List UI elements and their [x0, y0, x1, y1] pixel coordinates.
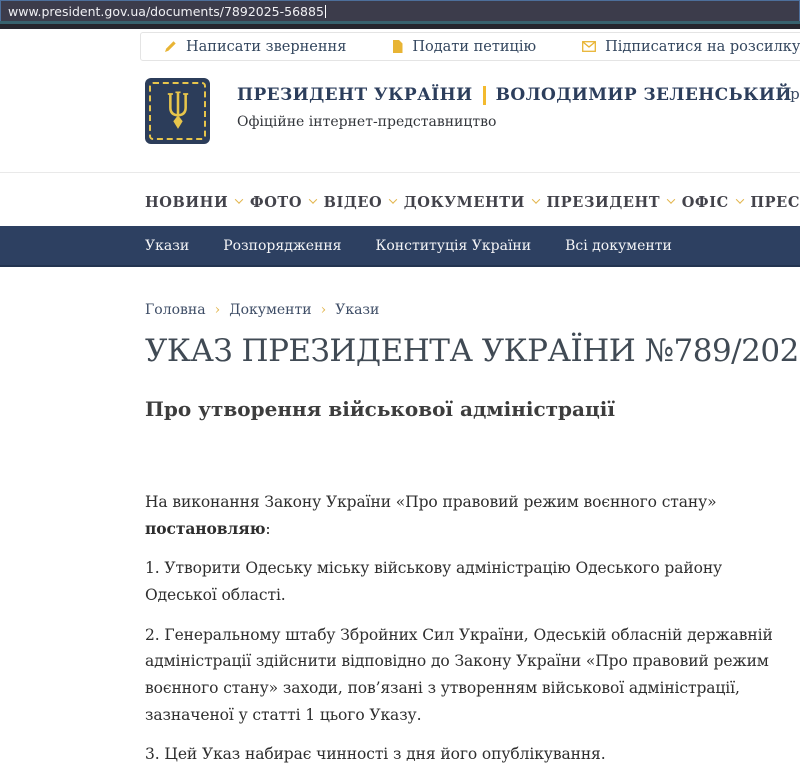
president-name[interactable]: ВОЛОДИМИР ЗЕЛЕНСЬКИЙ: [496, 85, 792, 105]
site-title[interactable]: ПРЕЗИДЕНТ УКРАЇНИ: [237, 85, 473, 105]
intro-bold-text: постановляю: [145, 519, 265, 538]
subnav-item-decrees[interactable]: Укази: [145, 238, 189, 254]
site-subtitle: Офіційне інтернет-представництво: [237, 114, 792, 130]
site-logo[interactable]: [145, 78, 210, 144]
subscribe-newsletter-link[interactable]: Підписатися на розсилку: [559, 39, 800, 55]
utility-nav: Написати звернення Подати петицію Підпис…: [140, 32, 800, 61]
chevron-right-icon: ›: [215, 302, 221, 318]
site-title-block: ПРЕЗИДЕНТ УКРАЇНИ ВОЛОДИМИР ЗЕЛЕНСЬКИЙ О…: [237, 85, 792, 130]
documents-sub-nav: Укази Розпорядження Конституція України …: [0, 226, 800, 267]
page: www.president.gov.ua/documents/7892025-5…: [0, 0, 800, 774]
document-subtitle: Про утворення військової адміністрації: [145, 397, 615, 421]
nav-item-news[interactable]: НОВИНИ: [145, 194, 242, 211]
main-nav: НОВИНИ ФОТО ВІДЕО ДОКУМЕНТИ ПРЕЗИДЕНТ ОФ…: [145, 181, 800, 224]
chevron-down-icon: [235, 195, 243, 203]
chevron-down-icon: [532, 195, 540, 203]
nav-item-office[interactable]: ОФІС: [682, 194, 743, 211]
nav-label: ФОТО: [250, 194, 302, 211]
utility-link-label: Підписатися на розсилку: [605, 39, 800, 55]
chevron-down-icon: [667, 195, 675, 203]
nav-label: ПРЕС: [750, 194, 800, 211]
text-cursor: [325, 5, 326, 18]
page-title: УКАЗ ПРЕЗИДЕНТА УКРАЇНИ №789/2025: [145, 333, 800, 369]
breadcrumb: Головна › Документи › Укази: [145, 302, 379, 318]
emblem-ornament-border: [149, 82, 206, 140]
url-text[interactable]: www.president.gov.ua/documents/7892025-5…: [8, 4, 324, 19]
breadcrumb-home[interactable]: Головна: [145, 302, 206, 318]
browser-address-bar[interactable]: www.president.gov.ua/documents/7892025-5…: [0, 0, 800, 21]
decree-item-1: 1. Утворити Одеську міську військову адм…: [145, 555, 793, 608]
intro-text: На виконання Закону України «Про правови…: [145, 493, 717, 511]
header-divider: [0, 172, 800, 173]
chevron-down-icon: [736, 195, 744, 203]
nav-label: ДОКУМЕНТИ: [404, 194, 525, 211]
decree-item-3: 3. Цей Указ набирає чинності з дня його …: [145, 741, 793, 768]
file-icon: [392, 40, 403, 53]
breadcrumb-decrees[interactable]: Укази: [335, 302, 379, 318]
pencil-icon: [164, 40, 177, 53]
nav-item-photo[interactable]: ФОТО: [250, 194, 316, 211]
utility-link-label: Подати петицію: [412, 39, 536, 55]
breadcrumb-documents[interactable]: Документи: [229, 302, 311, 318]
nav-item-president[interactable]: ПРЕЗИДЕНТ: [547, 194, 675, 211]
chevron-down-icon: [309, 195, 317, 203]
document-body: На виконання Закону України «Про правови…: [145, 489, 793, 774]
nav-label: ВІДЕО: [324, 194, 383, 211]
decree-item-2: 2. Генеральному штабу Збройних Сил Украї…: [145, 622, 793, 729]
nav-item-documents[interactable]: ДОКУМЕНТИ: [404, 194, 539, 211]
nav-item-press[interactable]: ПРЕС: [750, 194, 800, 211]
write-appeal-link[interactable]: Написати звернення: [141, 39, 369, 55]
nav-label: ОФІС: [682, 194, 729, 211]
browser-bottom-shadow: [0, 24, 800, 29]
chevron-right-icon: ›: [321, 302, 327, 318]
nav-item-video[interactable]: ВІДЕО: [324, 194, 397, 211]
submit-petition-link[interactable]: Подати петицію: [369, 39, 559, 55]
decree-intro: На виконання Закону України «Про правови…: [145, 489, 793, 542]
utility-link-label: Написати звернення: [186, 39, 346, 55]
header-right-clipped-link[interactable]: Пре: [777, 85, 800, 103]
chevron-down-icon: [389, 195, 397, 203]
envelope-icon: [582, 41, 596, 52]
gold-divider-bar: [483, 86, 486, 105]
nav-label: ПРЕЗИДЕНТ: [547, 194, 661, 211]
subnav-item-constitution[interactable]: Конституція України: [376, 238, 532, 254]
subnav-item-orders[interactable]: Розпорядження: [223, 238, 341, 254]
subnav-item-all-documents[interactable]: Всі документи: [565, 238, 672, 254]
intro-tail: :: [265, 520, 270, 538]
nav-label: НОВИНИ: [145, 194, 228, 211]
